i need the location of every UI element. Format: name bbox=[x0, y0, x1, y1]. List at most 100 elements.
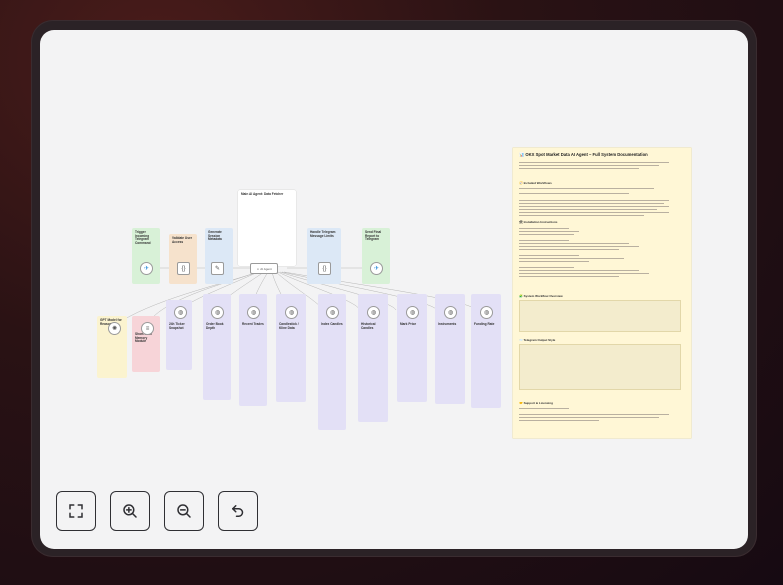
ai-agent-node[interactable]: ☺ AI Agent bbox=[250, 263, 278, 274]
note-send-report[interactable]: Send Final Report to Telegram bbox=[362, 228, 390, 284]
fit-view-button[interactable] bbox=[56, 491, 96, 531]
tool-node[interactable]: ◍ bbox=[367, 306, 380, 319]
code-block bbox=[519, 300, 681, 332]
doc-section-title: 🧭 Included Workflows bbox=[519, 181, 552, 185]
note-main-agent[interactable]: Main AI Agent: Data Fetcher bbox=[238, 190, 296, 266]
fullscreen-icon bbox=[69, 504, 83, 518]
text-line bbox=[519, 414, 669, 416]
undo-icon bbox=[232, 505, 244, 517]
zoom-in-button[interactable] bbox=[110, 491, 150, 531]
tool-node[interactable]: ◍ bbox=[480, 306, 493, 319]
text-line bbox=[519, 417, 659, 419]
telegram-trigger-node[interactable]: ✈ bbox=[140, 262, 153, 275]
note-session-metadata[interactable]: Generate Session Metadata bbox=[205, 228, 233, 284]
tool-node[interactable]: ◍ bbox=[326, 306, 339, 319]
node-label: AI Agent bbox=[260, 266, 272, 271]
globe-icon: ◍ bbox=[409, 310, 416, 316]
text-line bbox=[519, 168, 639, 170]
note-title: Send Final Report to Telegram bbox=[365, 230, 382, 242]
telegram-icon: ✈ bbox=[373, 266, 380, 272]
text-line bbox=[519, 243, 629, 245]
code-icon: {} bbox=[181, 265, 186, 272]
note-title: Instruments bbox=[438, 322, 457, 326]
doc-section-title: 🤝 Support & Licensing bbox=[519, 401, 553, 405]
globe-icon: ◍ bbox=[447, 310, 454, 316]
code-icon: {} bbox=[322, 265, 327, 272]
globe-icon: ◍ bbox=[483, 310, 490, 316]
tool-node[interactable]: ◍ bbox=[406, 306, 419, 319]
globe-icon: ◍ bbox=[250, 310, 257, 316]
note-title: Historical Candles bbox=[361, 322, 376, 330]
database-icon: ≡ bbox=[145, 325, 150, 332]
documentation-note[interactable]: 📊 OKX Spot Market Data AI Agent – Full S… bbox=[513, 148, 691, 438]
pencil-icon: ✎ bbox=[214, 266, 221, 272]
note-title: Recent Trades bbox=[242, 322, 264, 326]
note-title: Handle Telegram Message Limits bbox=[310, 230, 336, 238]
text-line bbox=[519, 276, 619, 278]
tool-node[interactable]: ◍ bbox=[444, 306, 457, 319]
telegram-icon: ✈ bbox=[143, 266, 150, 272]
globe-icon: ◍ bbox=[214, 310, 221, 316]
note-title: Mark Price bbox=[400, 322, 417, 326]
text-line bbox=[519, 270, 639, 272]
note-title: Validate User Access bbox=[172, 236, 193, 244]
text-line bbox=[519, 255, 579, 257]
robot-icon: ☺ bbox=[256, 266, 260, 271]
text-line bbox=[519, 246, 639, 248]
note-title: Index Candles bbox=[321, 322, 343, 326]
note-telegram-trigger[interactable]: Trigger Incoming Telegram Command bbox=[132, 228, 160, 284]
text-line bbox=[519, 203, 664, 205]
note-title: Order Book Depth bbox=[206, 322, 224, 330]
globe-icon: ◍ bbox=[329, 310, 336, 316]
text-line bbox=[519, 200, 669, 202]
note-title: Main AI Agent: Data Fetcher bbox=[241, 192, 284, 196]
text-line bbox=[519, 261, 589, 263]
send-telegram-node[interactable]: ✈ bbox=[370, 262, 383, 275]
workflow-canvas[interactable]: Trigger Incoming Telegram Command Valida… bbox=[40, 30, 748, 549]
brain-icon: ✺ bbox=[111, 326, 118, 332]
session-metadata-node[interactable]: ✎ bbox=[211, 262, 224, 275]
note-title: 24h Ticker Snapshot bbox=[169, 322, 185, 330]
text-line bbox=[519, 188, 654, 190]
tool-node[interactable]: ◍ bbox=[174, 306, 187, 319]
tool-node[interactable]: ◍ bbox=[211, 306, 224, 319]
globe-icon: ◍ bbox=[177, 310, 184, 316]
zoom-in-icon bbox=[123, 504, 137, 518]
text-line bbox=[519, 249, 619, 251]
note-title: Generate Session Metadata bbox=[208, 230, 222, 242]
text-line bbox=[519, 267, 574, 269]
note-validate-user[interactable]: Validate User Access bbox=[169, 234, 197, 284]
note-title: Trigger Incoming Telegram Command bbox=[135, 230, 151, 245]
note-message-limits[interactable]: Handle Telegram Message Limits bbox=[307, 228, 341, 284]
doc-section-title: 📨 Telegram Output Style bbox=[519, 338, 556, 342]
text-line bbox=[519, 420, 599, 422]
note-title: Funding Rate bbox=[474, 322, 495, 326]
text-line bbox=[519, 234, 574, 236]
memory-node[interactable]: ≡ bbox=[141, 322, 154, 335]
globe-icon: ◍ bbox=[370, 310, 377, 316]
globe-icon: ◍ bbox=[288, 310, 295, 316]
validate-user-node[interactable]: {} bbox=[177, 262, 190, 275]
doc-section-title: 🧩 System Workflow Overview bbox=[519, 294, 563, 298]
text-line bbox=[519, 212, 669, 214]
text-line bbox=[519, 209, 657, 211]
text-line bbox=[519, 231, 579, 233]
doc-title: 📊 OKX Spot Market Data AI Agent – Full S… bbox=[519, 152, 648, 157]
text-line bbox=[519, 206, 669, 208]
text-line bbox=[519, 162, 669, 164]
message-limits-node[interactable]: {} bbox=[318, 262, 331, 275]
text-line bbox=[519, 258, 624, 260]
zoom-out-icon bbox=[177, 504, 191, 518]
text-line bbox=[519, 408, 569, 410]
zoom-out-button[interactable] bbox=[164, 491, 204, 531]
text-line bbox=[519, 273, 649, 275]
text-line bbox=[519, 193, 629, 195]
openai-model-node[interactable]: ✺ bbox=[108, 322, 121, 335]
reset-zoom-button[interactable] bbox=[218, 491, 258, 531]
text-line bbox=[519, 240, 569, 242]
tool-node[interactable]: ◍ bbox=[285, 306, 298, 319]
tool-node[interactable]: ◍ bbox=[247, 306, 260, 319]
code-block bbox=[519, 344, 681, 390]
text-line bbox=[519, 165, 659, 167]
text-line bbox=[519, 228, 569, 230]
